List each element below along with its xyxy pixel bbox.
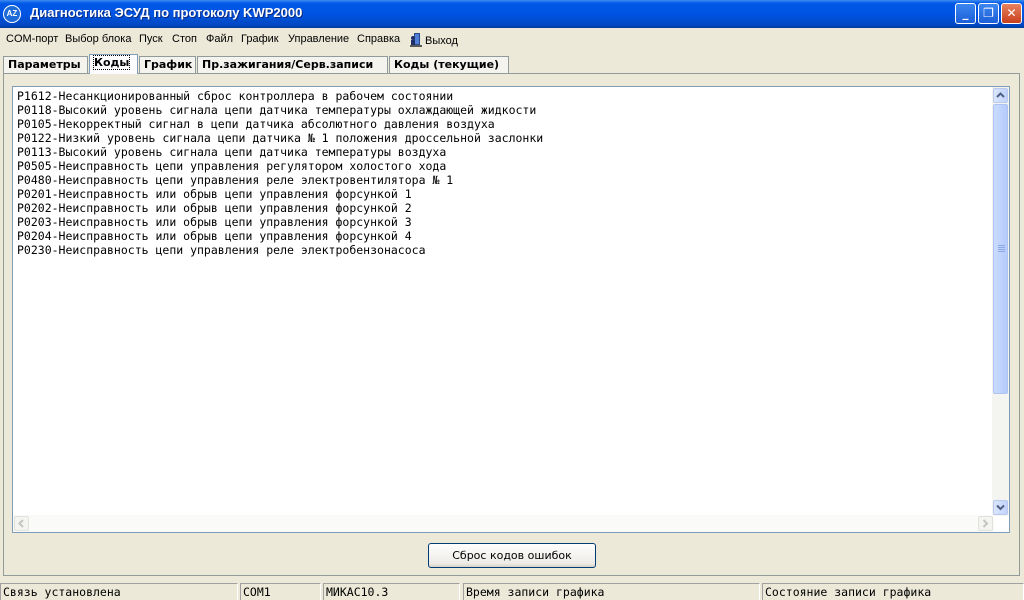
- code-line: P0122-Низкий уровень сигнала цепи датчик…: [17, 131, 544, 145]
- menu-control[interactable]: Управление: [288, 33, 349, 45]
- tab-parameters[interactable]: Параметры: [3, 56, 88, 73]
- app-icon: AZ: [3, 5, 21, 23]
- chevron-up-icon: [996, 92, 1005, 98]
- code-line: P0203-Неисправность или обрыв цепи управ…: [17, 215, 412, 229]
- code-lines: P1612-Несанкционированный сброс контролл…: [17, 89, 992, 257]
- code-line: P1612-Несанкционированный сброс контролл…: [17, 89, 454, 103]
- status-port: COM1: [240, 583, 321, 600]
- code-line: P0480-Неисправность цепи управления реле…: [17, 173, 454, 187]
- scroll-down-button[interactable]: [993, 500, 1008, 515]
- title-bar[interactable]: AZ Диагностика ЭСУД по протоколу KWP2000…: [0, 0, 1024, 28]
- tab-current-codes[interactable]: Коды (текущие): [389, 56, 509, 73]
- code-line: P0118-Высокий уровень сигнала цепи датчи…: [17, 103, 537, 117]
- menu-select-unit[interactable]: Выбор блока: [65, 33, 131, 45]
- reset-codes-button[interactable]: Сброс кодов ошибок: [428, 543, 596, 568]
- grip-line: [998, 245, 1005, 246]
- scroll-up-button[interactable]: [993, 88, 1008, 103]
- code-line: P0230-Неисправность цепи управления реле…: [17, 243, 426, 257]
- chevron-down-icon: [996, 504, 1005, 511]
- grip-line: [998, 249, 1005, 250]
- vertical-scrollbar[interactable]: [992, 87, 1009, 516]
- status-bar: Связь установлена COM1 МИКАС10.3 Время з…: [0, 581, 1024, 600]
- code-line: P0201-Неисправность или обрыв цепи управ…: [17, 187, 412, 201]
- scroll-right-button[interactable]: [978, 516, 993, 531]
- tab-codes-label: Коды: [92, 55, 131, 70]
- menu-file[interactable]: Файл: [206, 33, 233, 45]
- status-ecu: МИКАС10.3: [323, 583, 460, 600]
- status-record-time: Время записи графика: [463, 583, 760, 600]
- window-title: Диагностика ЭСУД по протоколу KWP2000: [30, 5, 303, 20]
- menu-help[interactable]: Справка: [357, 33, 400, 45]
- scroll-thumb[interactable]: [993, 104, 1008, 394]
- tab-chart[interactable]: График: [139, 56, 196, 73]
- status-record-state: Состояние записи графика: [762, 583, 1024, 600]
- tab-strip: Параметры Коды График Пр.зажигания/Серв.…: [0, 54, 1024, 76]
- status-connection: Связь установлена: [0, 583, 238, 600]
- scroll-left-button[interactable]: [14, 516, 29, 531]
- chevron-left-icon: [18, 519, 24, 528]
- close-button[interactable]: ✕: [1001, 3, 1022, 24]
- exit-icon: [410, 33, 422, 47]
- menu-start[interactable]: Пуск: [139, 33, 163, 45]
- minimize-button[interactable]: _: [955, 3, 976, 24]
- menu-chart[interactable]: График: [241, 33, 279, 45]
- menu-exit-label: Выход: [425, 35, 458, 47]
- grip-line: [998, 247, 1005, 248]
- code-line: P0204-Неисправность или обрыв цепи управ…: [17, 229, 412, 243]
- horizontal-scrollbar[interactable]: [13, 515, 994, 532]
- menu-stop[interactable]: Стоп: [172, 33, 197, 45]
- tab-codes[interactable]: Коды: [89, 54, 138, 74]
- chevron-right-icon: [982, 519, 989, 528]
- error-codes-list[interactable]: P1612-Несанкционированный сброс контролл…: [12, 86, 1010, 533]
- menu-exit[interactable]: Выход: [410, 33, 458, 47]
- code-line: P0105-Некорректный сигнал в цепи датчика…: [17, 117, 495, 131]
- maximize-button[interactable]: ❐: [978, 3, 999, 24]
- code-line: P0505-Неисправность цепи управления регу…: [17, 159, 447, 173]
- code-line: P0113-Высокий уровень сигнала цепи датчи…: [17, 145, 447, 159]
- tab-ignition-service[interactable]: Пр.зажигания/Серв.записи: [197, 56, 388, 73]
- menu-com-port[interactable]: COM-порт: [6, 33, 58, 45]
- menu-bar: COM-порт Выбор блока Пуск Стоп Файл Граф…: [0, 30, 1024, 50]
- grip-line: [998, 251, 1005, 252]
- code-line: P0202-Неисправность или обрыв цепи управ…: [17, 201, 412, 215]
